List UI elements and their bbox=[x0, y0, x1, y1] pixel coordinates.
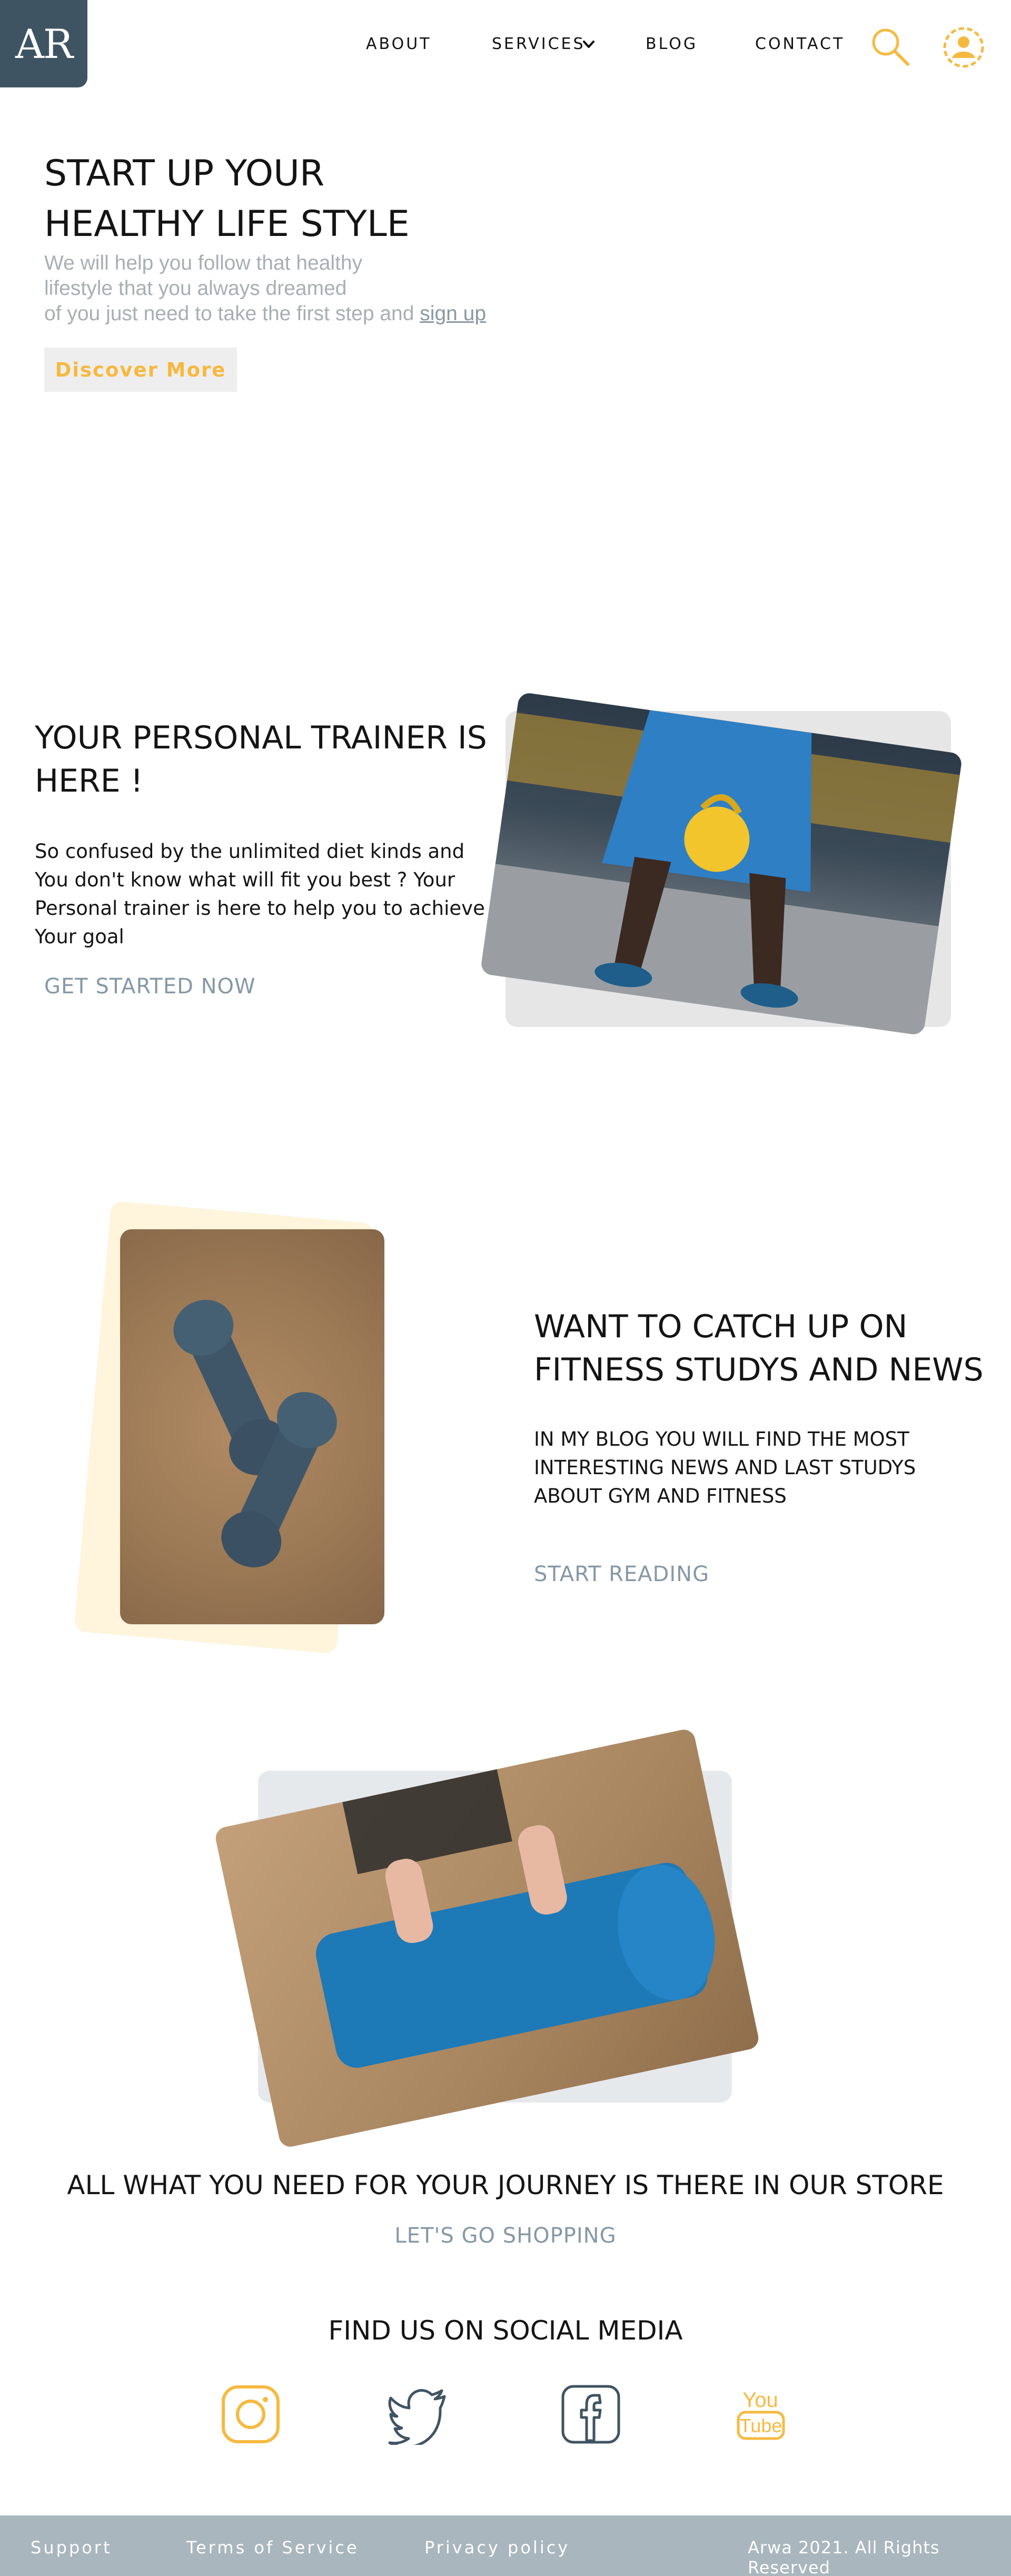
hero-title: START UP YOUR HEALTHY LIFE STYLE bbox=[44, 149, 518, 250]
site-footer: Support Terms of Service Privacy policy … bbox=[0, 2515, 1011, 2576]
trainer-text-line4: Your goal bbox=[35, 925, 124, 948]
hero-text-line3: of you just need to take the first step … bbox=[44, 302, 420, 325]
facebook-icon[interactable] bbox=[560, 2384, 621, 2445]
twitter-icon[interactable] bbox=[388, 2384, 449, 2445]
hero-text-line2: lifestyle that you always dreamed bbox=[44, 277, 347, 300]
nav-about[interactable]: ABOUT bbox=[366, 35, 431, 53]
dumbbells-image bbox=[173, 1299, 337, 1567]
blog-text-line2: INTERESTING NEWS AND LAST STUDYS bbox=[534, 1456, 916, 1479]
trainer-description: So confused by the unlimited diet kinds … bbox=[35, 837, 498, 951]
blog-title-line1: WANT TO CATCH UP ON bbox=[534, 1308, 908, 1345]
go-shopping-link[interactable]: LET'S GO SHOPPING bbox=[394, 2224, 616, 2248]
trainer-text-line1: So confused by the unlimited diet kinds … bbox=[35, 840, 465, 863]
blog-text-line1: IN MY BLOG YOU WILL FIND THE MOST bbox=[534, 1428, 909, 1450]
blog-title-line2: FITNESS STUDYS AND NEWS bbox=[534, 1351, 984, 1388]
trainer-text-line3: Personal trainer is here to help you to … bbox=[35, 897, 485, 920]
logo-text: AR bbox=[15, 20, 73, 67]
hero-text-line1: We will help you follow that healthy bbox=[44, 252, 363, 274]
trainer-title-line2: HERE ! bbox=[35, 763, 143, 800]
get-started-link[interactable]: GET STARTED NOW bbox=[44, 974, 256, 999]
trainer-text-line2: You don't know what will fit you best ? … bbox=[35, 868, 455, 891]
blog-photo bbox=[120, 1229, 384, 1624]
start-reading-link[interactable]: START READING bbox=[534, 1562, 709, 1586]
nav-blog[interactable]: BLOG bbox=[646, 35, 698, 53]
user-icon[interactable] bbox=[941, 25, 986, 70]
blog-description: IN MY BLOG YOU WILL FIND THE MOST INTERE… bbox=[534, 1425, 997, 1511]
trainer-title-line1: YOUR PERSONAL TRAINER IS bbox=[35, 719, 487, 756]
store-title: ALL WHAT YOU NEED FOR YOUR JOURNEY IS TH… bbox=[67, 2170, 944, 2200]
youtube-you-text: You bbox=[742, 2389, 778, 2412]
blog-text-line3: ABOUT GYM AND FITNESS bbox=[534, 1485, 787, 1507]
youtube-tube-text: Tube bbox=[740, 2415, 782, 2436]
instagram-icon[interactable] bbox=[220, 2384, 281, 2445]
discover-more-button[interactable]: Discover More bbox=[44, 348, 237, 392]
footer-terms-link[interactable]: Terms of Service bbox=[186, 2538, 359, 2558]
footer-copyright: Arwa 2021. All Rights Reserved bbox=[748, 2538, 940, 2576]
social-title: FIND US ON SOCIAL MEDIA bbox=[328, 2315, 683, 2346]
footer-privacy-link[interactable]: Privacy policy bbox=[424, 2538, 570, 2558]
hero-title-line1: START UP YOUR bbox=[44, 153, 325, 194]
youtube-icon[interactable]: You Tube bbox=[730, 2384, 791, 2445]
signup-link[interactable]: sign up bbox=[420, 302, 486, 325]
store-link-wrap: LET'S GO SHOPPING bbox=[0, 2224, 1011, 2248]
trainer-title: YOUR PERSONAL TRAINER IS HERE ! bbox=[35, 716, 509, 803]
chevron-down-icon[interactable] bbox=[581, 37, 596, 52]
footer-support-link[interactable]: Support bbox=[31, 2538, 112, 2558]
nav-contact[interactable]: CONTACT bbox=[755, 35, 845, 53]
hero-description: We will help you follow that healthy lif… bbox=[44, 251, 550, 327]
site-logo[interactable]: AR bbox=[0, 0, 87, 87]
blog-title: WANT TO CATCH UP ON FITNESS STUDYS AND N… bbox=[534, 1305, 997, 1391]
search-icon[interactable] bbox=[869, 25, 911, 67]
nav-services[interactable]: SERVICES bbox=[492, 35, 586, 53]
hero-title-line2: HEALTHY LIFE STYLE bbox=[44, 203, 410, 245]
